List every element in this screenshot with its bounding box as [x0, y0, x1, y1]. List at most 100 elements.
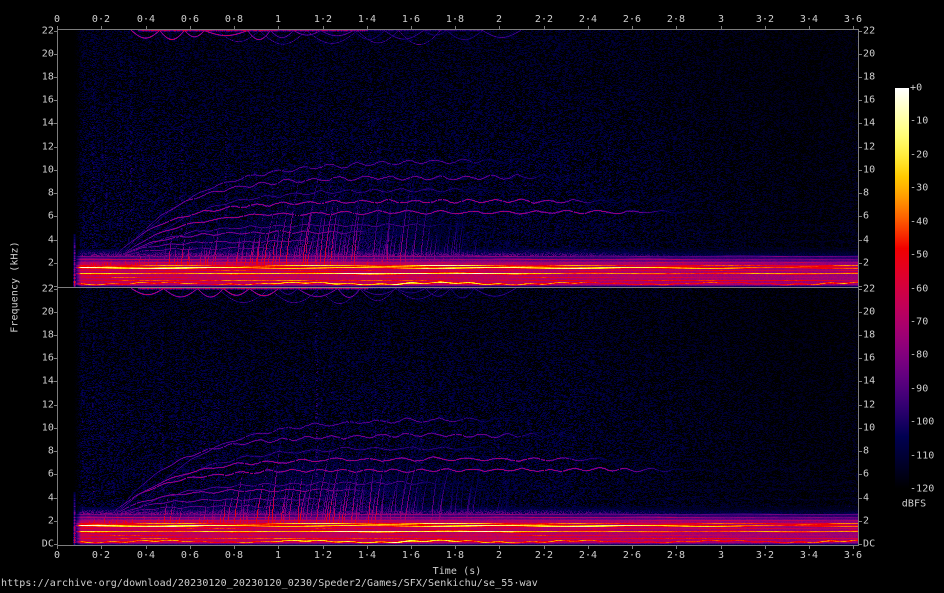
colorbar-tick-label: -120: [910, 484, 934, 495]
time-tick-top: [499, 26, 500, 29]
colorbar-tick-label: -60: [910, 284, 928, 295]
freq-tick-label-right: 20: [863, 307, 875, 318]
freq-tick-label-left: 4: [48, 493, 54, 504]
freq-tick-label-right: 12: [863, 400, 875, 411]
freq-tick-label-left: 18: [42, 72, 54, 83]
freq-tick-left: [54, 474, 57, 475]
time-tick-label-top: 2·6: [623, 14, 641, 25]
time-tick-bottom: [588, 546, 589, 549]
freq-tick-left: [54, 193, 57, 194]
time-tick-label-top: 1·2: [314, 14, 332, 25]
time-tick-label-bottom: 2·2: [535, 550, 553, 561]
time-tick-top: [676, 26, 677, 29]
time-tick-label-bottom: 3: [718, 550, 724, 561]
freq-tick-label-left: 14: [42, 118, 54, 129]
spectrogram-channel-right: [58, 288, 858, 545]
colorbar-tick-label: -50: [910, 250, 928, 261]
freq-tick-label-right: 10: [863, 165, 875, 176]
time-tick-label-bottom: 0·4: [137, 550, 155, 561]
time-tick-label-bottom: 1·6: [402, 550, 420, 561]
freq-tick-left-dc: [54, 286, 57, 287]
time-tick-label-top: 1: [275, 14, 281, 25]
time-tick-label-top: 1·6: [402, 14, 420, 25]
freq-tick-left: [54, 147, 57, 148]
freq-tick-label-right: 16: [863, 353, 875, 364]
freq-tick-label-left: 12: [42, 400, 54, 411]
time-tick-bottom: [676, 546, 677, 549]
time-tick-bottom: [853, 546, 854, 549]
freq-tick-label-right: 2: [863, 516, 869, 527]
freq-tick-right: [859, 428, 862, 429]
freq-tick-right: [859, 289, 862, 290]
colorbar-title: dBFS: [902, 499, 926, 510]
time-tick-label-bottom: 0·8: [225, 550, 243, 561]
freq-tick-left: [54, 240, 57, 241]
freq-tick-right: [859, 170, 862, 171]
time-tick-label-top: 0·4: [137, 14, 155, 25]
freq-tick-left: [54, 428, 57, 429]
time-tick-label-top: 2·2: [535, 14, 553, 25]
freq-tick-left: [54, 358, 57, 359]
freq-tick-label-left: 12: [42, 142, 54, 153]
freq-tick-right-dc: [859, 286, 862, 287]
freq-tick-label-left: 2: [48, 516, 54, 527]
y-axis-title: Frequency (kHz): [10, 241, 21, 333]
colorbar-tick-label: -90: [910, 384, 928, 395]
time-tick-bottom: [367, 546, 368, 549]
time-tick-bottom: [632, 546, 633, 549]
time-tick-top: [367, 26, 368, 29]
plot-channel-separator: [57, 287, 859, 288]
plot-border-bottom: [57, 545, 859, 546]
freq-tick-label-right: 20: [863, 49, 875, 60]
freq-tick-label-right: 18: [863, 330, 875, 341]
time-tick-top: [234, 26, 235, 29]
time-tick-top: [146, 26, 147, 29]
sox-spectrogram-image: 000·20·20·40·40·60·60·80·8111·21·21·41·4…: [0, 0, 944, 593]
time-tick-label-bottom: 3·4: [800, 550, 818, 561]
time-tick-top: [455, 26, 456, 29]
freq-tick-label-left: 2: [48, 258, 54, 269]
time-tick-bottom: [101, 546, 102, 549]
source-url-text: https://archive·org/download/20230120_20…: [1, 578, 538, 589]
time-tick-label-bottom: 3·6: [844, 550, 862, 561]
freq-tick-left: [54, 100, 57, 101]
freq-tick-right: [859, 358, 862, 359]
freq-tick-right: [859, 498, 862, 499]
freq-tick-left: [54, 123, 57, 124]
time-tick-label-top: 3·2: [756, 14, 774, 25]
time-tick-bottom: [411, 546, 412, 549]
freq-tick-left: [54, 77, 57, 78]
time-tick-bottom: [809, 546, 810, 549]
freq-tick-right-dc: [859, 544, 862, 545]
freq-tick-right: [859, 474, 862, 475]
colorbar-gradient: [895, 88, 909, 489]
time-tick-label-bottom: 2·6: [623, 550, 641, 561]
freq-tick-left: [54, 289, 57, 290]
plot-border-top: [57, 29, 859, 30]
freq-tick-right: [859, 147, 862, 148]
freq-tick-label-left: 18: [42, 330, 54, 341]
time-tick-bottom: [57, 546, 58, 549]
freq-tick-right: [859, 335, 862, 336]
freq-tick-label-left: 20: [42, 49, 54, 60]
time-tick-bottom: [234, 546, 235, 549]
freq-tick-label-right: 6: [863, 469, 869, 480]
time-tick-label-bottom: 1·8: [446, 550, 464, 561]
time-tick-top: [323, 26, 324, 29]
freq-tick-label-left: 20: [42, 307, 54, 318]
time-tick-label-bottom: 2·8: [667, 550, 685, 561]
time-tick-top: [588, 26, 589, 29]
time-tick-label-top: 3: [718, 14, 724, 25]
freq-tick-label-left: 8: [48, 446, 54, 457]
freq-tick-label-left: 6: [48, 211, 54, 222]
freq-tick-right: [859, 312, 862, 313]
freq-tick-right: [859, 216, 862, 217]
time-tick-bottom: [323, 546, 324, 549]
freq-tick-label-right: 14: [863, 376, 875, 387]
colorbar-tick-label: -30: [910, 183, 928, 194]
time-tick-bottom: [190, 546, 191, 549]
freq-tick-right: [859, 193, 862, 194]
freq-tick-label-right: 22: [863, 26, 875, 37]
freq-tick-label-right: 4: [863, 493, 869, 504]
colorbar-tick-label: -110: [910, 451, 934, 462]
